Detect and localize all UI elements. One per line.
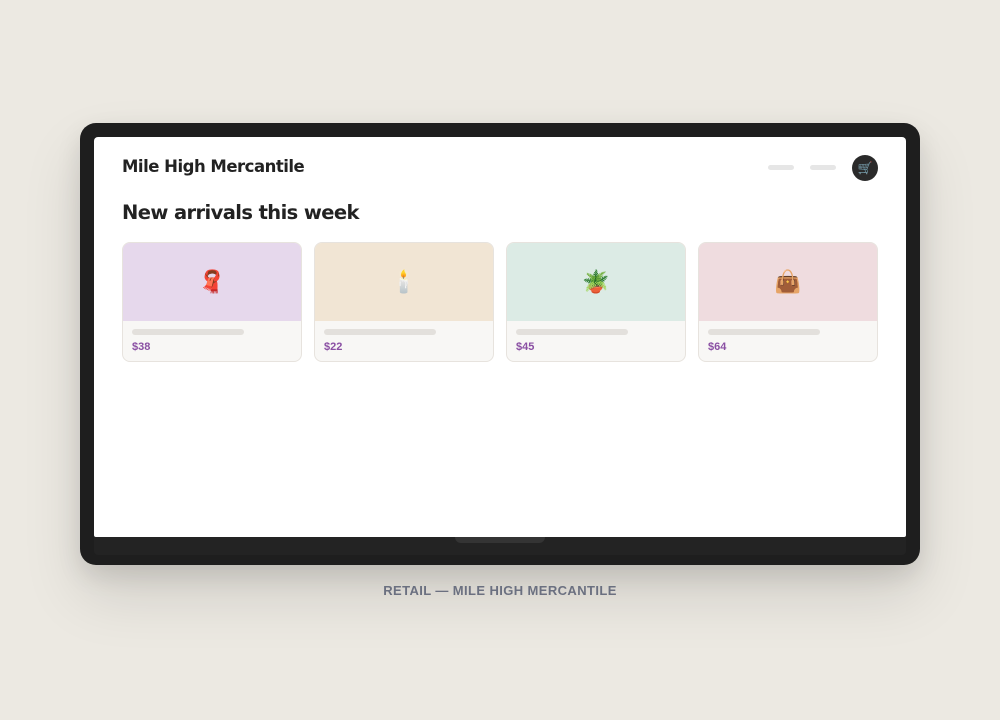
product-price: $45 xyxy=(516,341,535,353)
potted-plant-icon: 🪴 xyxy=(582,269,610,294)
product-image[interactable]: 👜 xyxy=(699,243,877,321)
product-image[interactable]: 🪴 xyxy=(507,243,685,321)
product-image[interactable]: 🕯️ xyxy=(315,243,493,321)
nav-link-placeholder-1[interactable] xyxy=(768,165,794,170)
laptop-notch xyxy=(455,537,545,543)
product-title-placeholder xyxy=(516,329,628,335)
product-card[interactable]: 🧣 $38 xyxy=(122,242,302,362)
product-card[interactable]: 🕯️ $22 xyxy=(314,242,494,362)
candle-icon: 🕯️ xyxy=(390,269,418,294)
browser-screen: Mile High Mercantile 🛒 New arrivals this… xyxy=(94,137,906,537)
laptop-frame: Mile High Mercantile 🛒 New arrivals this… xyxy=(80,123,920,565)
product-price: $22 xyxy=(324,341,343,353)
cart-button[interactable]: 🛒 xyxy=(852,155,878,181)
product-price: $64 xyxy=(708,341,727,353)
product-title-placeholder xyxy=(324,329,436,335)
product-price: $38 xyxy=(132,341,151,353)
product-title-placeholder xyxy=(708,329,820,335)
nav-link-placeholder-2[interactable] xyxy=(810,165,836,170)
product-card[interactable]: 👜 $64 xyxy=(698,242,878,362)
handbag-icon: 👜 xyxy=(774,269,802,294)
store-brand[interactable]: Mile High Mercantile xyxy=(122,157,305,176)
product-title-placeholder xyxy=(132,329,244,335)
product-card[interactable]: 🪴 $45 xyxy=(506,242,686,362)
cart-icon: 🛒 xyxy=(857,161,873,175)
page-heading: New arrivals this week xyxy=(122,201,360,224)
product-image[interactable]: 🧣 xyxy=(123,243,301,321)
scarf-icon: 🧣 xyxy=(198,269,226,294)
device-caption: RETAIL — MILE HIGH MERCANTILE xyxy=(383,583,617,598)
